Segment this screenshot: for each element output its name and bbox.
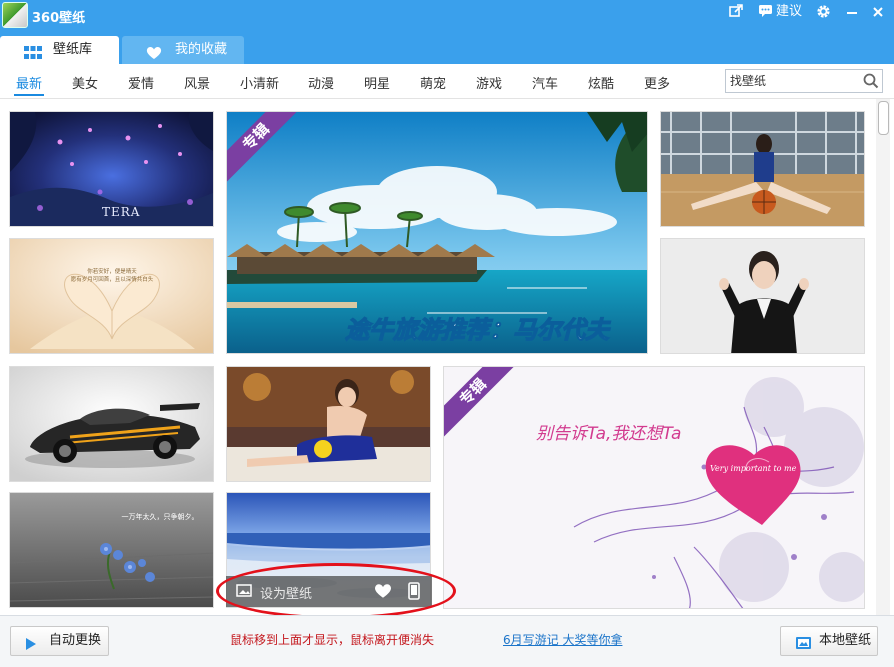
minimize-icon[interactable] [844,4,860,24]
category-cool[interactable]: 炫酷 [588,73,614,92]
book-caption-line2: 愿有岁月可回首，且以深情共白头 [71,275,154,283]
settings-gear-icon[interactable] [814,4,832,24]
app-logo-icon [2,2,28,28]
search-icon[interactable] [862,72,880,90]
local-wallpaper-button[interactable]: 本地壁纸 [780,626,878,656]
maldives-caption: 途牛旅游推荐：马尔代夫 [345,316,611,344]
tab-label: 壁纸库 [53,42,93,57]
book-caption-line1: 你若安好，便是晴天 [87,267,137,275]
wallpaper-tile-valentine-album[interactable]: 别告诉Ta,我还想Ta Very important to me 专辑 [443,366,865,609]
send-to-phone-icon[interactable] [408,582,420,604]
album-badge-label: 专辑 [227,112,297,182]
category-beauty[interactable]: 美女 [72,73,98,92]
hover-hint-text: 鼠标移到上面才显示，鼠标离开便消失 [230,633,435,647]
footer-bar: 自动更换 鼠标移到上面才显示，鼠标离开便消失 6月写游记 大奖等你拿 本地壁纸 [0,615,894,667]
wallpaper-tile-book-heart[interactable]: 你若安好，便是晴天 愿有岁月可回首，且以深情共白头 [9,238,214,354]
category-love[interactable]: 爱情 [128,73,154,92]
category-cars[interactable]: 汽车 [532,73,558,92]
chat-icon[interactable] [756,4,774,24]
auto-change-button[interactable]: 自动更换 [10,626,109,656]
set-wallpaper-icon[interactable] [236,584,252,603]
search-box[interactable] [725,69,883,93]
search-input[interactable] [730,72,854,89]
wallpaper-grid: TERA 途牛旅游推荐：马尔代夫 专辑 你若安好，便是晴天 愿有岁月可回首，且以… [0,99,874,615]
category-games[interactable]: 游戏 [476,73,502,92]
wallpaper-tile-flower[interactable]: 一万年太久，只争朝夕。 [9,492,214,608]
category-nav: 最新 美女 爱情 风景 小清新 动漫 明星 萌宠 游戏 汽车 炫酷 更多 [0,64,894,99]
scrollbar-thumb[interactable] [878,101,889,135]
category-scenery[interactable]: 风景 [184,73,210,92]
tab-label: 我的收藏 [175,42,228,57]
category-pets[interactable]: 萌宠 [420,73,446,92]
wallpaper-tile-celebrity[interactable] [660,238,865,354]
play-icon [25,634,37,662]
wallpaper-tile-sports-car[interactable] [9,366,214,482]
title-bar: 360壁纸 建议 [0,0,894,32]
local-wallpaper-label: 本地壁纸 [819,633,872,648]
suggest-link[interactable]: 建议 [776,3,802,21]
category-latest[interactable]: 最新 [16,73,42,92]
album-badge-label: 专辑 [444,367,514,437]
local-image-icon [795,634,812,662]
favorite-heart-icon[interactable] [374,583,392,603]
set-wallpaper-button[interactable]: 设为壁纸 [260,583,312,602]
vertical-scrollbar[interactable] [876,99,890,615]
close-icon[interactable] [870,4,886,24]
valentine-caption: 别告诉Ta,我还想Ta [536,424,681,444]
wallpaper-tile-tera[interactable]: TERA [9,111,214,227]
active-category-indicator [14,94,44,96]
category-anime[interactable]: 动漫 [308,73,334,92]
auto-change-label: 自动更换 [49,633,102,648]
album-badge: 专辑 [227,112,297,182]
tab-strip: 壁纸库 我的收藏 [0,32,894,64]
wallpaper-tile-maldives-album[interactable]: 途牛旅游推荐：马尔代夫 专辑 [226,111,648,354]
flower-caption: 一万年太久，只争朝夕。 [122,512,199,521]
valentine-heart-text: Very important to me [710,464,797,473]
feedback-share-icon[interactable] [726,4,746,24]
wallpaper-hover-toolbar: 设为壁纸 [226,576,432,607]
category-fresh[interactable]: 小清新 [240,73,279,92]
wallpaper-tile-basketball[interactable] [660,111,865,227]
tab-wallpaper-library[interactable]: 壁纸库 [0,36,119,64]
category-more[interactable]: 更多 [644,73,670,92]
tab-my-favorites[interactable]: 我的收藏 [122,36,244,64]
promo-link[interactable]: 6月写游记 大奖等你拿 [503,631,622,648]
wallpaper-tile-model[interactable] [226,366,431,482]
category-stars[interactable]: 明星 [364,73,390,92]
app-title: 360壁纸 [32,11,86,26]
tera-logo-text: TERA [102,205,140,219]
album-badge: 专辑 [444,367,514,437]
